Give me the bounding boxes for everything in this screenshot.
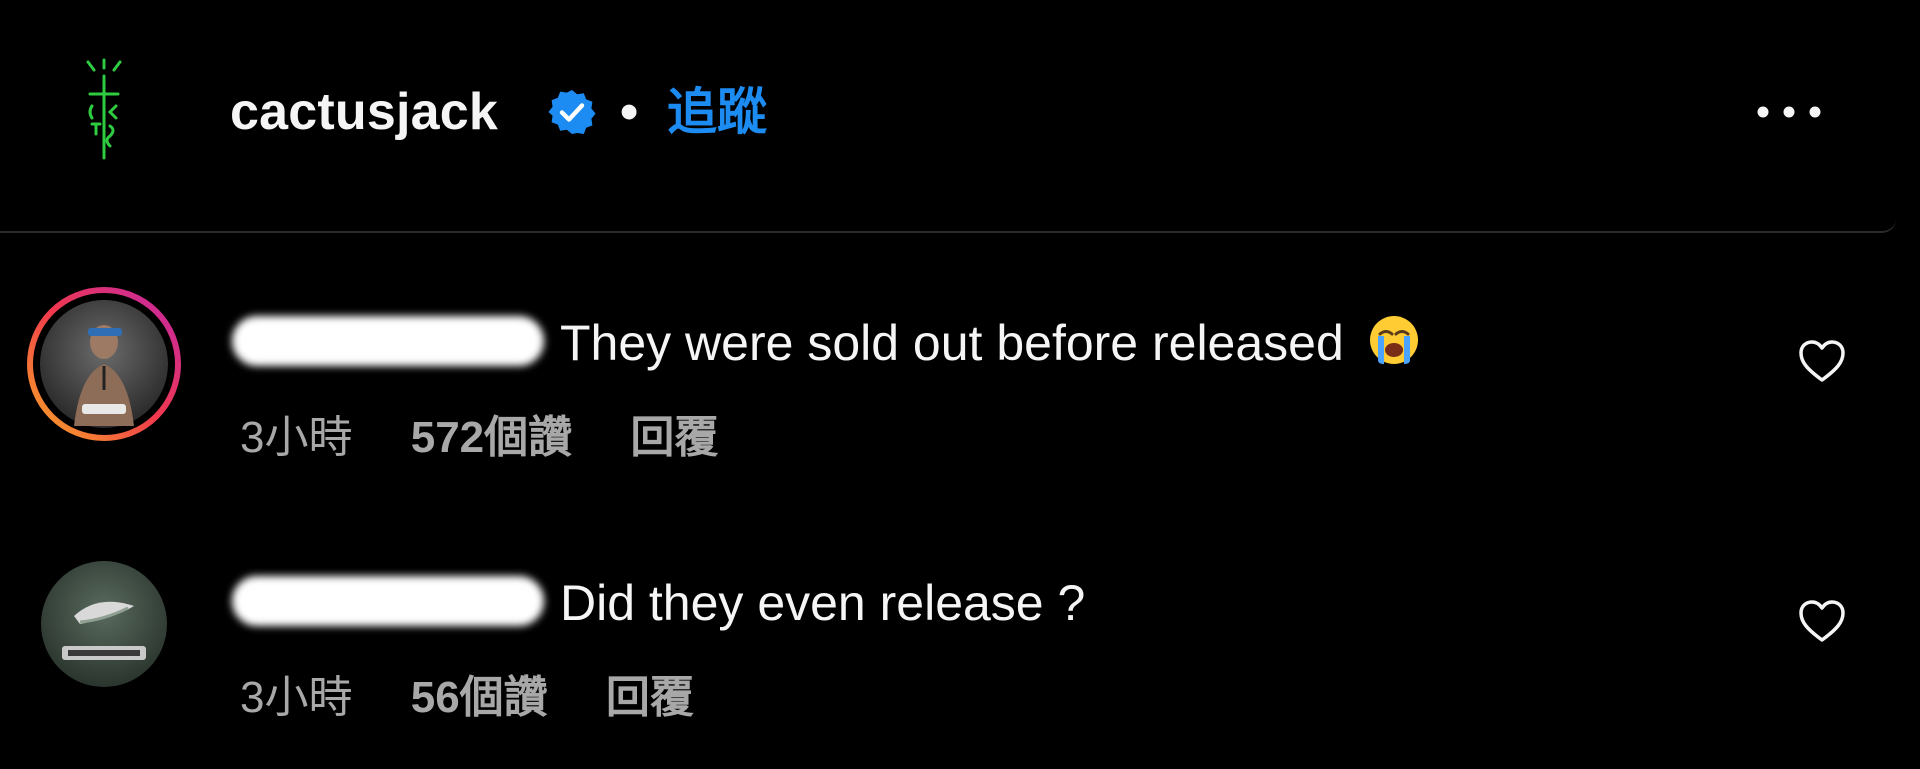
loudly-crying-face-emoji (1369, 316, 1418, 364)
separator-dot: • (620, 83, 639, 141)
comment-body: Did they even release ? (560, 575, 1086, 631)
comment-text: They were sold out before released (560, 312, 1420, 374)
comment-item: Did they even release ? 3小時 56個讚 回覆 (0, 540, 1920, 740)
comment-text: Did they even release ? (560, 572, 1085, 634)
heart-icon[interactable] (1797, 598, 1847, 644)
comment-body: They were sold out before released (560, 315, 1344, 371)
comment-likes[interactable]: 56個讚 (411, 673, 548, 722)
verified-badge-icon (548, 90, 596, 134)
comment-time: 3小時 (240, 673, 353, 722)
blurred-username[interactable] (232, 316, 544, 366)
comment-time: 3小時 (240, 413, 353, 462)
reply-button[interactable]: 回覆 (606, 673, 694, 722)
blurred-username[interactable] (232, 576, 544, 626)
post-header: cactusjack • 追蹤 (0, 0, 1896, 233)
more-options-icon[interactable] (1752, 92, 1826, 132)
comment-item: They were sold out before released 3小時 5… (0, 280, 1920, 480)
reply-button[interactable]: 回覆 (630, 413, 718, 462)
comment-likes[interactable]: 572個讚 (411, 413, 572, 462)
cactus-jack-logo[interactable] (72, 58, 136, 168)
commenter-avatar[interactable] (26, 286, 182, 442)
account-username[interactable]: cactusjack (230, 80, 498, 144)
comment-meta: 3小時 56個讚 回覆 (240, 670, 694, 726)
comment-meta: 3小時 572個讚 回覆 (240, 410, 718, 466)
heart-icon[interactable] (1797, 338, 1847, 384)
commenter-avatar[interactable] (40, 560, 168, 688)
follow-button[interactable]: 追蹤 (667, 80, 767, 144)
